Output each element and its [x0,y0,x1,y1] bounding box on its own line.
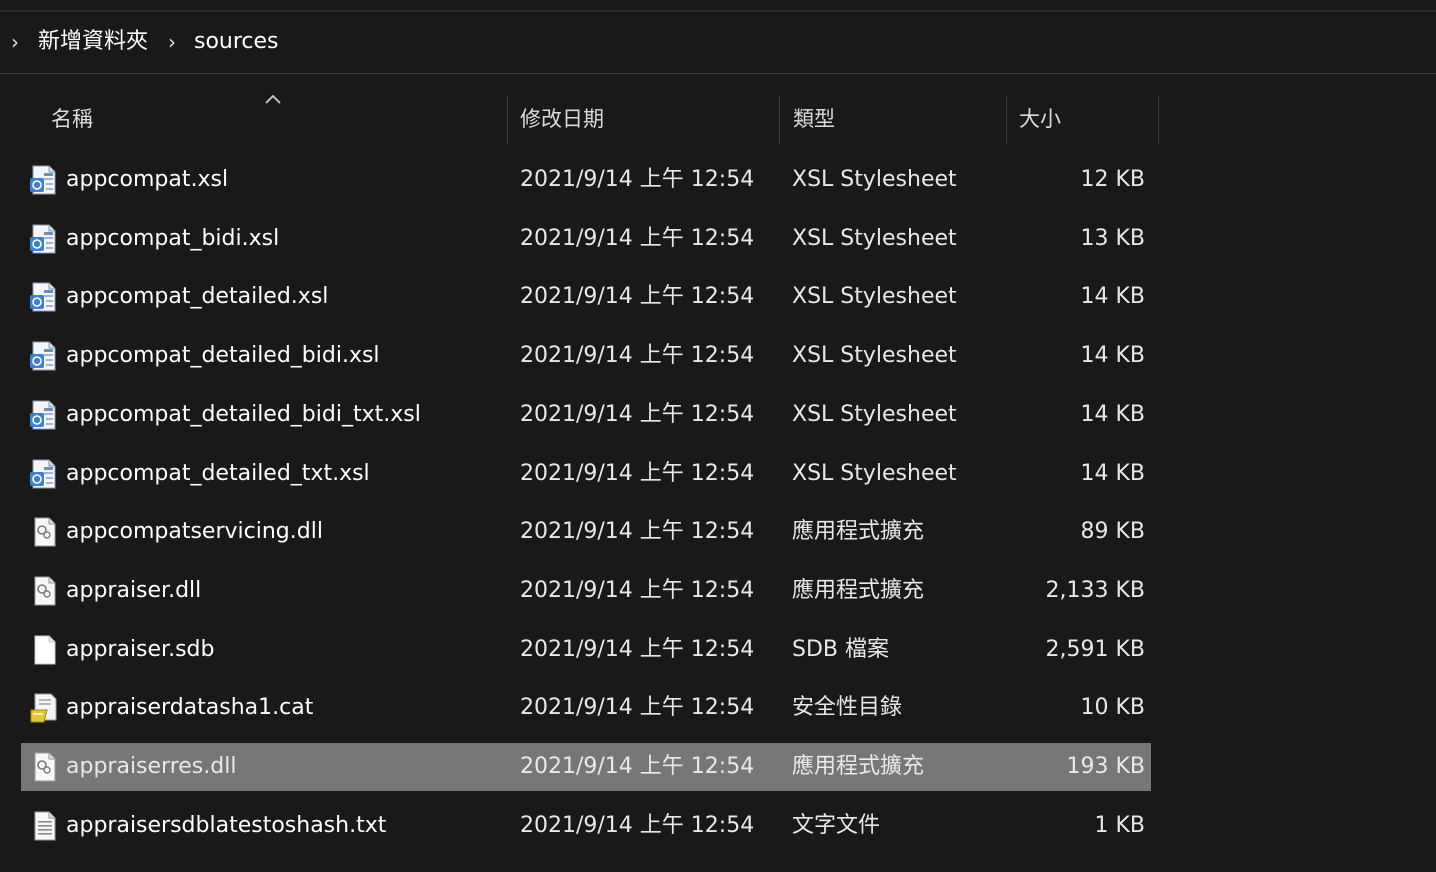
file-name: appraiserres.dll [66,754,237,779]
file-type: XSL Stylesheet [792,343,957,368]
dll-file-icon [29,575,59,607]
file-modified-date: 2021/9/14 上午 12:54 [520,754,755,779]
column-header-row: 名稱 修改日期 類型 大小 [0,74,1436,144]
file-size: 14 KB [1080,284,1145,309]
file-size: 193 KB [1066,754,1145,779]
file-row[interactable]: appcompat.xsl 2021/9/14 上午 12:54 XSL Style… [21,156,1151,204]
column-divider[interactable] [1006,96,1007,144]
file-name: appraiser.sdb [66,637,215,662]
file-row[interactable]: appraiser.dll 2021/9/14 上午 12:54 應用程式擴充 2,1… [21,567,1151,615]
file-size: 1 KB [1094,813,1145,838]
column-header-date[interactable]: 修改日期 [520,104,604,134]
file-size: 14 KB [1080,402,1145,427]
column-divider[interactable] [1158,96,1159,144]
column-header-size[interactable]: 大小 [1019,104,1061,134]
file-type: 安全性目錄 [792,695,903,720]
file-row[interactable]: appcompat_bidi.xsl 2021/9/14 上午 12:54 XSL … [21,215,1151,263]
breadcrumb-chevron-icon[interactable]: › [9,31,21,53]
file-modified-date: 2021/9/14 上午 12:54 [520,637,755,662]
file-row[interactable]: appcompat_detailed_txt.xsl 2021/9/14 上午 1… [21,450,1151,498]
file-row[interactable]: appraisersdblatestoshash.txt 2021/9/14 上午… [21,802,1151,850]
xsl-file-icon [29,340,59,372]
breadcrumb-item-sources[interactable]: sources [194,27,279,57]
file-name: appcompat.xsl [66,167,229,192]
file-type: SDB 檔案 [792,637,889,662]
file-type: 應用程式擴充 [792,578,925,603]
file-type: 應用程式擴充 [792,754,925,779]
file-size: 14 KB [1080,343,1145,368]
file-row[interactable]: appraiserres.dll 2021/9/14 上午 12:54 應用程式擴充… [21,743,1151,791]
file-row[interactable]: appraiser.sdb 2021/9/14 上午 12:54 SDB 檔案 2,5… [21,626,1151,674]
column-divider[interactable] [779,96,780,144]
column-header-name[interactable]: 名稱 [51,104,93,134]
file-row[interactable]: appcompat_detailed_bidi_txt.xsl 2021/9/14… [21,391,1151,439]
file-size: 10 KB [1080,695,1145,720]
dll-file-icon [29,751,59,783]
file-type: XSL Stylesheet [792,461,957,486]
file-type: XSL Stylesheet [792,284,957,309]
file-row[interactable]: appcompatservicing.dll 2021/9/14 上午 12:54… [21,508,1151,556]
file-name: appcompat_detailed_bidi_txt.xsl [66,402,421,427]
text-file-icon [29,810,59,842]
breadcrumb: › 新增資料夾 › sources [0,12,1436,74]
xsl-file-icon [29,458,59,490]
file-modified-date: 2021/9/14 上午 12:54 [520,461,755,486]
file-row[interactable]: appraiserdatasha1.cat 2021/9/14 上午 12:54 安… [21,684,1151,732]
column-header-type[interactable]: 類型 [793,104,835,134]
file-modified-date: 2021/9/14 上午 12:54 [520,402,755,427]
file-size: 13 KB [1080,226,1145,251]
file-type: 文字文件 [792,813,881,838]
xsl-file-icon [29,281,59,313]
file-modified-date: 2021/9/14 上午 12:54 [520,695,755,720]
file-name: appraisersdblatestoshash.txt [66,813,387,838]
file-modified-date: 2021/9/14 上午 12:54 [520,578,755,603]
file-name: appcompatservicing.dll [66,519,323,544]
file-row[interactable]: appcompat_detailed_bidi.xsl 2021/9/14 上午 … [21,332,1151,380]
file-type: XSL Stylesheet [792,402,957,427]
file-row[interactable]: appcompat_detailed.xsl 2021/9/14 上午 12:54… [21,273,1151,321]
file-name: appraiser.dll [66,578,202,603]
file-modified-date: 2021/9/14 上午 12:54 [520,519,755,544]
sort-ascending-icon [265,94,281,104]
xsl-file-icon [29,223,59,255]
column-divider[interactable] [507,96,508,144]
file-type: XSL Stylesheet [792,226,957,251]
breadcrumb-chevron-icon[interactable]: › [166,31,178,53]
file-name: appcompat_detailed_txt.xsl [66,461,370,486]
file-name: appraiserdatasha1.cat [66,695,314,720]
security-catalog-icon [29,692,59,724]
file-size: 14 KB [1080,461,1145,486]
file-modified-date: 2021/9/14 上午 12:54 [520,284,755,309]
blank-file-icon [29,634,59,666]
xsl-file-icon [29,164,59,196]
file-modified-date: 2021/9/14 上午 12:54 [520,167,755,192]
file-size: 12 KB [1080,167,1145,192]
file-size: 89 KB [1080,519,1145,544]
file-size: 2,591 KB [1045,637,1146,662]
file-name: appcompat_bidi.xsl [66,226,280,251]
file-modified-date: 2021/9/14 上午 12:54 [520,343,755,368]
file-modified-date: 2021/9/14 上午 12:54 [520,226,755,251]
file-modified-date: 2021/9/14 上午 12:54 [520,813,755,838]
breadcrumb-item-folder[interactable]: 新增資料夾 [38,27,148,57]
file-name: appcompat_detailed.xsl [66,284,329,309]
file-size: 2,133 KB [1045,578,1146,603]
file-type: XSL Stylesheet [792,167,957,192]
title-bar-edge [0,0,1436,12]
file-type: 應用程式擴充 [792,519,925,544]
dll-file-icon [29,516,59,548]
xsl-file-icon [29,399,59,431]
file-name: appcompat_detailed_bidi.xsl [66,343,380,368]
